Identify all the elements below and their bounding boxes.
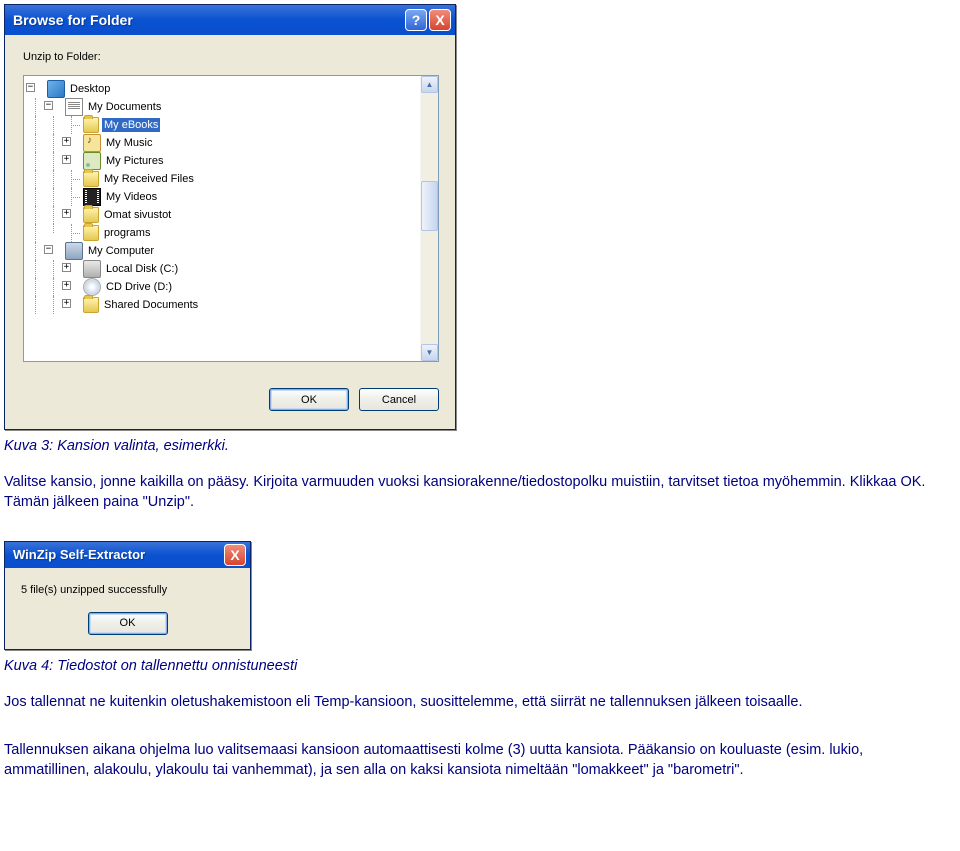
- unzip-to-label: Unzip to Folder:: [23, 51, 439, 63]
- tree-node-omat-sivustot[interactable]: + Omat sivustot: [26, 206, 418, 224]
- pictures-icon: [83, 152, 101, 170]
- dialog-title: Browse for Folder: [13, 12, 403, 28]
- scroll-up-button[interactable]: ▲: [421, 76, 438, 93]
- tree-label: My Computer: [86, 244, 156, 258]
- tree-node-my-pictures[interactable]: + My Pictures: [26, 152, 418, 170]
- folder-icon: [83, 117, 99, 133]
- tree-label: Local Disk (C:): [104, 262, 180, 276]
- dialog-title: WinZip Self-Extractor: [13, 547, 222, 562]
- tree-node-desktop[interactable]: − Desktop: [26, 80, 418, 98]
- cancel-button[interactable]: Cancel: [359, 388, 439, 411]
- dialog-titlebar[interactable]: Browse for Folder ? X: [5, 5, 455, 35]
- folder-icon: [83, 225, 99, 241]
- tree-node-my-computer[interactable]: − My Computer: [26, 242, 418, 260]
- computer-icon: [65, 242, 83, 260]
- expand-toggle[interactable]: +: [62, 281, 71, 290]
- tree-label: My Documents: [86, 100, 163, 114]
- dialog-titlebar[interactable]: WinZip Self-Extractor X: [5, 542, 250, 568]
- folder-icon: [83, 171, 99, 187]
- expand-toggle[interactable]: +: [62, 299, 71, 308]
- tree-label: My Music: [104, 136, 154, 150]
- tree-node-my-music[interactable]: + My Music: [26, 134, 418, 152]
- tree-label: CD Drive (D:): [104, 280, 174, 294]
- close-button[interactable]: X: [429, 9, 451, 31]
- figure-caption-3: Kuva 3: Kansion valinta, esimerkki.: [4, 438, 948, 454]
- message-text: 5 file(s) unzipped successfully: [21, 584, 234, 596]
- expand-toggle[interactable]: +: [62, 263, 71, 272]
- scroll-track[interactable]: [421, 93, 438, 344]
- tree-node-local-disk[interactable]: + Local Disk (C:): [26, 260, 418, 278]
- scroll-thumb[interactable]: [421, 181, 438, 231]
- tree-label: Omat sivustot: [102, 208, 173, 222]
- scrollbar[interactable]: ▲ ▼: [420, 76, 438, 361]
- cd-icon: [83, 278, 101, 296]
- scroll-down-button[interactable]: ▼: [421, 344, 438, 361]
- tree-node-cd-drive[interactable]: + CD Drive (D:): [26, 278, 418, 296]
- expand-toggle[interactable]: +: [62, 137, 71, 146]
- tree-node-my-videos[interactable]: My Videos: [26, 188, 418, 206]
- paragraph: Tallennuksen aikana ohjelma luo valitsem…: [4, 740, 948, 781]
- tree-node-shared-documents[interactable]: + Shared Documents: [26, 296, 418, 314]
- figure-caption-4: Kuva 4: Tiedostot on tallennettu onnistu…: [4, 658, 948, 674]
- folder-icon: [83, 297, 99, 313]
- help-button[interactable]: ?: [405, 9, 427, 31]
- expand-toggle[interactable]: −: [44, 245, 53, 254]
- tree-node-my-received[interactable]: My Received Files: [26, 170, 418, 188]
- tree-label-selected: My eBooks: [102, 118, 160, 132]
- tree-label: programs: [102, 226, 152, 240]
- disk-icon: [83, 260, 101, 278]
- tree-label: Shared Documents: [102, 298, 200, 312]
- browse-folder-dialog: Browse for Folder ? X Unzip to Folder: −…: [4, 4, 456, 430]
- tree-label: My Videos: [104, 190, 159, 204]
- documents-icon: [65, 98, 83, 116]
- folder-tree[interactable]: − Desktop − My Documents: [23, 75, 439, 362]
- expand-toggle[interactable]: −: [26, 83, 35, 92]
- paragraph: Jos tallennat ne kuitenkin oletushakemis…: [4, 692, 948, 712]
- folder-icon: [83, 207, 99, 223]
- expand-toggle[interactable]: +: [62, 209, 71, 218]
- music-icon: [83, 134, 101, 152]
- desktop-icon: [47, 80, 65, 98]
- tree-label: My Pictures: [104, 154, 165, 168]
- tree-label: My Received Files: [102, 172, 196, 186]
- ok-button[interactable]: OK: [269, 388, 349, 411]
- paragraph: Valitse kansio, jonne kaikilla on pääsy.…: [4, 472, 948, 513]
- expand-toggle[interactable]: −: [44, 101, 53, 110]
- expand-toggle[interactable]: +: [62, 155, 71, 164]
- tree-node-programs[interactable]: programs: [26, 224, 418, 242]
- tree-node-my-documents[interactable]: − My Documents: [26, 98, 418, 116]
- extractor-dialog: WinZip Self-Extractor X 5 file(s) unzipp…: [4, 541, 251, 650]
- video-icon: [83, 188, 101, 206]
- tree-label: Desktop: [68, 82, 112, 96]
- close-button[interactable]: X: [224, 544, 246, 566]
- ok-button[interactable]: OK: [88, 612, 168, 635]
- tree-node-my-ebooks[interactable]: My eBooks: [26, 116, 418, 134]
